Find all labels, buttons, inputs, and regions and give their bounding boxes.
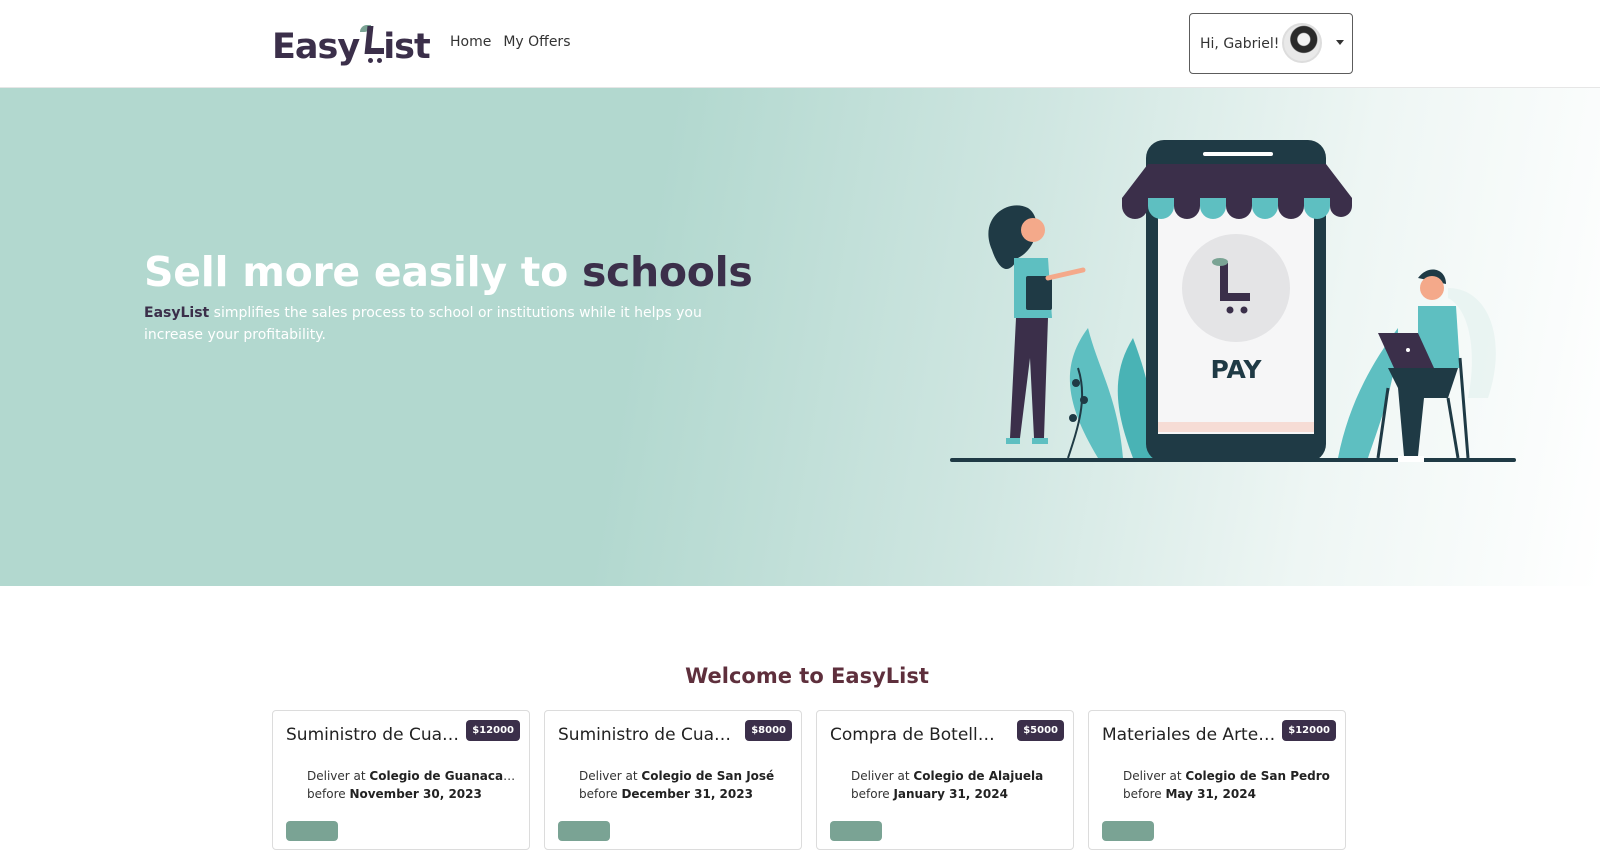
shop-pay-illustration: PAY	[950, 140, 1516, 462]
hero-title-plain: Sell more easily to	[144, 248, 582, 296]
before-prefix: before	[851, 787, 894, 801]
pay-label: PAY	[1210, 355, 1262, 384]
delivery-location: Colegio de San Pedro	[1185, 769, 1330, 783]
delivery-date: November 30, 2023	[349, 787, 482, 801]
offer-card[interactable]: Suministro de Cuadernos $8000 Deliver at…	[544, 710, 802, 850]
logo-text-right: ist	[383, 27, 431, 67]
delivery-date: May 31, 2024	[1165, 787, 1256, 801]
deliver-prefix: Deliver at	[851, 769, 914, 783]
delivery-date: January 31, 2024	[893, 787, 1008, 801]
price-badge: $5000	[1017, 720, 1064, 741]
user-greeting: Hi, Gabriel!	[1200, 35, 1280, 52]
offer-delivery-info: Deliver at Colegio de Guanacaste before …	[307, 767, 517, 803]
avatar	[1282, 23, 1322, 63]
offer-card[interactable]: Materiales de Arte Escolar $12000 Delive…	[1088, 710, 1346, 850]
offer-card-button[interactable]	[1102, 821, 1154, 841]
offer-card-title: Suministro de Cuadernos	[558, 725, 733, 745]
navbar: Easy ist Home My Offers Hi, Gabriel!	[0, 0, 1600, 88]
offer-card-title: Materiales de Arte Escolar	[1102, 725, 1277, 745]
deliver-prefix: Deliver at	[579, 769, 642, 783]
offer-delivery-info: Deliver at Colegio de Alajuela before Ja…	[851, 767, 1061, 803]
before-prefix: before	[579, 787, 622, 801]
deliver-prefix: Deliver at	[307, 769, 370, 783]
before-prefix: before	[307, 787, 350, 801]
hero-banner: Sell more easily to schools EasyList sim…	[0, 88, 1600, 586]
main-nav: Home My Offers	[450, 34, 571, 50]
offer-delivery-info: Deliver at Colegio de San José before De…	[579, 767, 789, 803]
easylist-logo[interactable]: Easy ist	[272, 22, 431, 67]
hero-subtitle-brand: EasyList	[144, 305, 210, 321]
caret-down-icon	[1336, 40, 1344, 45]
deliver-prefix: Deliver at	[1123, 769, 1186, 783]
nav-link-home[interactable]: Home	[450, 34, 491, 50]
delivery-date: December 31, 2023	[621, 787, 753, 801]
offer-card-button[interactable]	[830, 821, 882, 841]
delivery-location: Colegio de Alajuela	[913, 769, 1044, 783]
cart-l-logo-icon	[360, 22, 385, 63]
user-menu-dropdown[interactable]: Hi, Gabriel!	[1189, 13, 1353, 74]
hero-subtitle: EasyList simplifies the sales process to…	[144, 302, 744, 346]
hero-subtitle-text: simplifies the sales process to school o…	[144, 305, 702, 343]
offer-card-title: Compra de Botellas de Agua	[830, 725, 1005, 745]
offer-card-button[interactable]	[558, 821, 610, 841]
offer-card-button[interactable]	[286, 821, 338, 841]
offer-cards: Suministro de Cuadernos $12000 Deliver a…	[272, 710, 1346, 850]
before-prefix: before	[1123, 787, 1166, 801]
nav-link-my-offers[interactable]: My Offers	[503, 34, 570, 50]
welcome-heading: Welcome to EasyList	[685, 664, 929, 688]
delivery-location: Colegio de Guanacaste	[369, 769, 517, 783]
logo-text-left: Easy	[272, 27, 360, 67]
offer-delivery-info: Deliver at Colegio de San Pedro before M…	[1123, 767, 1333, 803]
delivery-location: Colegio de San José	[641, 769, 775, 783]
hero-title-accent: schools	[581, 248, 753, 296]
price-badge: $12000	[466, 720, 520, 741]
price-badge: $12000	[1282, 720, 1336, 741]
price-badge: $8000	[745, 720, 792, 741]
offer-card[interactable]: Compra de Botellas de Agua $5000 Deliver…	[816, 710, 1074, 850]
offer-card-title: Suministro de Cuadernos	[286, 725, 461, 745]
hero-title: Sell more easily to schools	[144, 248, 753, 296]
offer-card[interactable]: Suministro de Cuadernos $12000 Deliver a…	[272, 710, 530, 850]
